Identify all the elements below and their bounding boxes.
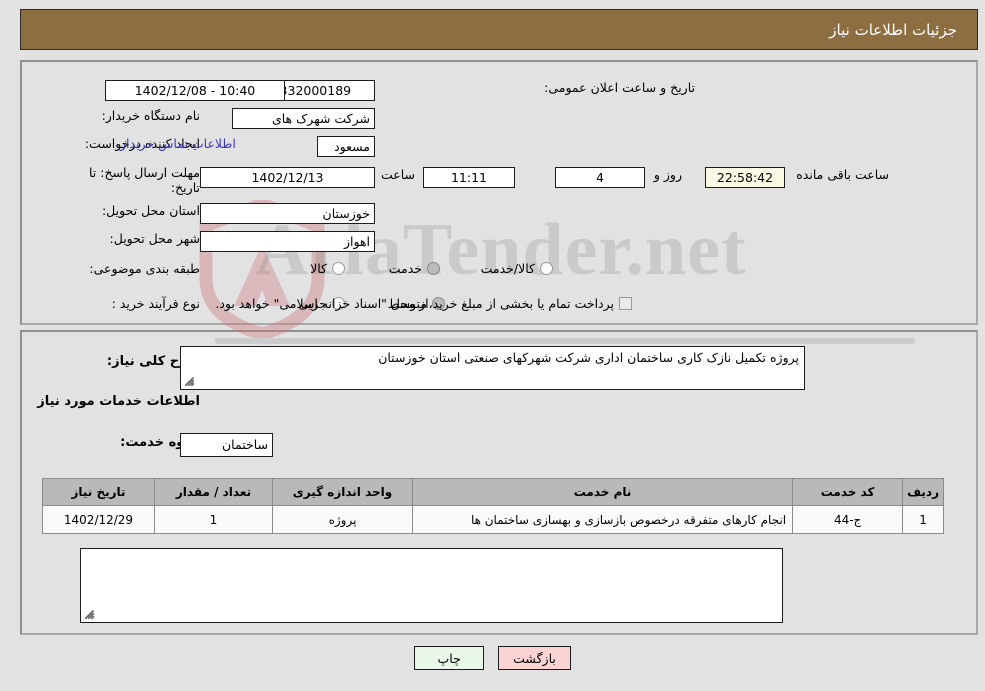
deadline-time-value: 11:11 <box>423 167 515 188</box>
general-desc-textarea[interactable]: پروژه تکمیل نازک کاری ساختمان اداری شرکت… <box>180 346 805 390</box>
category-label: طبقه بندی موضوعی: <box>89 261 200 276</box>
delivery-city-value: اهواز <box>200 231 375 252</box>
col-service-code: کد خدمت <box>792 478 904 506</box>
category-option-0[interactable]: کالا <box>296 261 345 276</box>
col-need-date: تاریخ نیاز <box>42 478 155 506</box>
page-title-bar: جزئیات اطلاعات نیاز <box>20 9 978 50</box>
deadline-row: مهلت ارسال پاسخ: تا تاریخ: <box>70 165 200 195</box>
buyer-org-value: شرکت شهرک های صنعتی استان خوزستان <box>232 108 375 129</box>
table-row: 1 ج-44 انجام کارهای متفرقه درخصوص بازساز… <box>42 505 944 534</box>
back-button[interactable]: بازگشت <box>498 646 571 670</box>
table-header-row: ردیف کد خدمت نام خدمت واحد اندازه گیری ت… <box>42 478 944 506</box>
checkbox-treasury-bonds[interactable] <box>619 297 632 310</box>
radio-category-goods[interactable] <box>332 262 345 275</box>
deadline-time-label-wrap: ساعت <box>375 167 421 182</box>
radio-category-service[interactable] <box>427 262 440 275</box>
col-unit: واحد اندازه گیری <box>272 478 413 506</box>
remaining-suffix-label: ساعت باقی مانده <box>796 167 889 182</box>
requester-value: مسعود شبیبی کاربرداز شرکت شهرک های صنعتی… <box>317 136 375 157</box>
deadline-time-label: ساعت <box>380 167 415 182</box>
col-quantity: تعداد / مقدار <box>154 478 273 506</box>
purchase-type-row: نوع فرآیند خرید : <box>78 296 200 311</box>
deadline-label: مهلت ارسال پاسخ: تا تاریخ: <box>89 165 200 195</box>
category-option-2-label: کالا/خدمت <box>480 261 535 276</box>
remaining-days-label: روز و <box>653 167 682 182</box>
cell-quantity: 1 <box>154 505 273 534</box>
category-option-1-label: خدمت <box>388 261 422 276</box>
resize-grip-icon[interactable] <box>184 375 196 387</box>
category-option-2[interactable]: کالا/خدمت <box>467 261 553 276</box>
print-button[interactable]: چاپ <box>414 646 485 670</box>
delivery-province-label: استان محل تحویل: <box>101 203 200 218</box>
treasury-checkbox-row[interactable]: پرداخت تمام یا بخشی از مبلغ خرید،از محل … <box>201 296 632 311</box>
col-index: ردیف <box>902 478 944 506</box>
col-service-name: نام خدمت <box>411 478 794 506</box>
footer-button-bar: بازگشت چاپ <box>0 646 985 670</box>
cell-service-name: انجام کارهای متفرقه درخصوص بازسازی و بهس… <box>411 505 794 534</box>
radio-category-goods-service[interactable] <box>540 262 553 275</box>
cell-service-code: ج-44 <box>792 505 904 534</box>
general-desc-value: پروژه تکمیل نازک کاری ساختمان اداری شرکت… <box>378 350 799 365</box>
deadline-date-value: 1402/12/13 <box>200 167 375 188</box>
cell-need-date: 1402/12/29 <box>42 505 155 534</box>
category-option-0-label: کالا <box>310 261 327 276</box>
remaining-suffix-wrap: ساعت باقی مانده <box>790 167 895 182</box>
needs-table: ردیف کد خدمت نام خدمت واحد اندازه گیری ت… <box>42 478 944 534</box>
category-row: طبقه بندی موضوعی: <box>78 261 200 276</box>
delivery-city-row: شهر محل تحویل: <box>78 231 200 246</box>
remaining-days-value: 4 <box>555 167 645 188</box>
buyer-org-label: نام دستگاه خریدار: <box>101 108 200 123</box>
delivery-province-value: خوزستان <box>200 203 375 224</box>
service-group-value: ساختمان <box>180 433 273 457</box>
delivery-city-label: شهر محل تحویل: <box>109 231 200 246</box>
delivery-province-row: استان محل تحویل: <box>78 203 200 218</box>
page-title: جزئیات اطلاعات نیاز <box>829 20 957 39</box>
buyer-contact-link[interactable]: اطلاعات تماس خریدار <box>120 136 246 151</box>
buyer-notes-textarea[interactable] <box>80 548 783 623</box>
page-root: جزئیات اطلاعات نیاز AriaTender.net شماره… <box>0 0 985 691</box>
cell-index: 1 <box>902 505 944 534</box>
category-option-1[interactable]: خدمت <box>375 261 440 276</box>
resize-grip-icon-notes[interactable] <box>84 608 96 620</box>
buyer-org-row: نام دستگاه خریدار: <box>78 108 200 123</box>
cell-unit: پروژه <box>272 505 413 534</box>
announce-datetime-row: تاریخ و ساعت اعلان عمومی: <box>544 80 695 95</box>
purchase-type-label: نوع فرآیند خرید : <box>111 296 200 311</box>
remaining-time-value: 22:58:42 <box>705 167 785 188</box>
announce-datetime-label: تاریخ و ساعت اعلان عمومی: <box>544 80 695 95</box>
announce-datetime-value: 1402/12/08 - 10:40 <box>105 80 285 101</box>
remaining-days-label-wrap: روز و <box>648 167 688 182</box>
buyer-contact-row: اطلاعات تماس خریدار <box>120 136 246 151</box>
services-heading: اطلاعات خدمات مورد نیاز <box>37 394 200 409</box>
treasury-checkbox-label: پرداخت تمام یا بخشی از مبلغ خرید،از محل … <box>215 296 614 311</box>
